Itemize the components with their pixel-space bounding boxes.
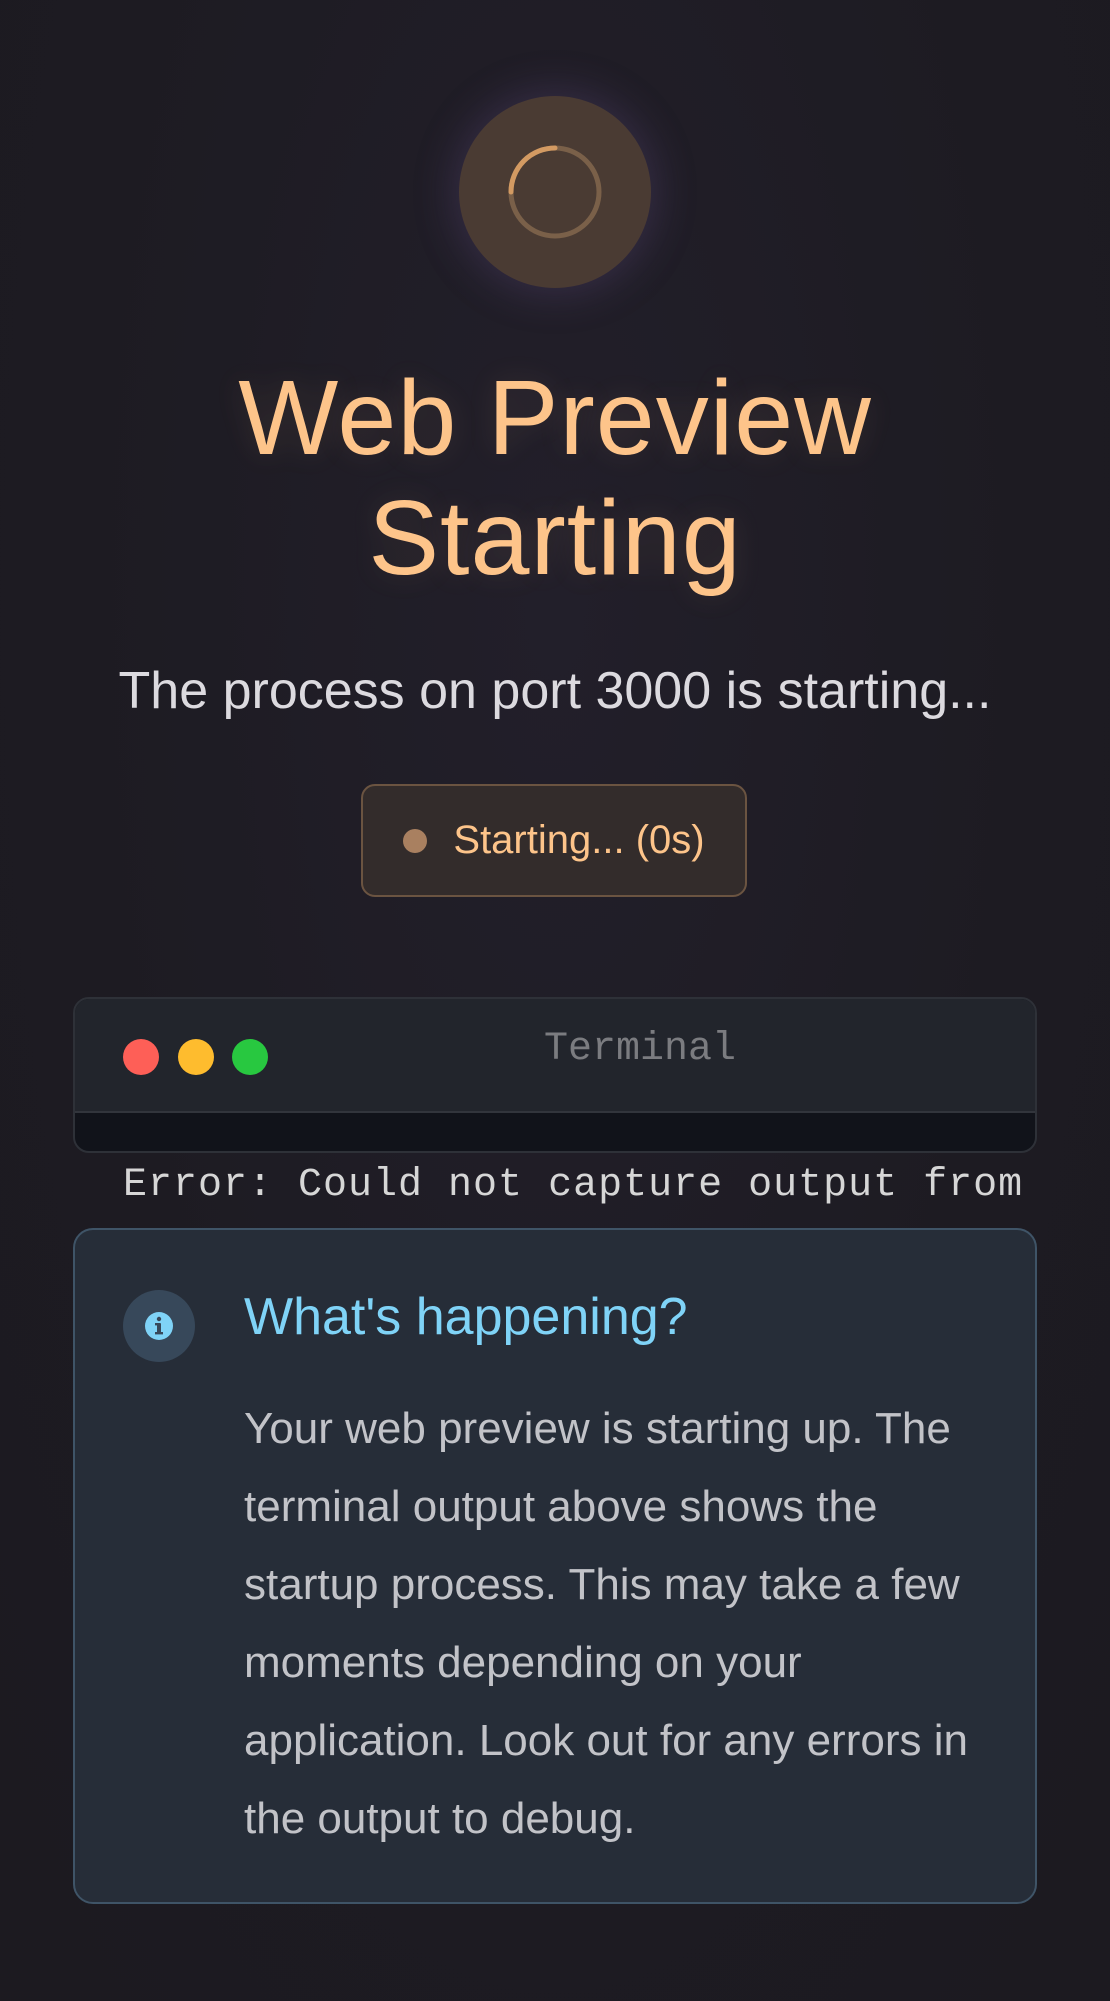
terminal-output-line: Error: Could not capture output from [123, 1163, 1024, 1208]
status-label: Starting... (0s) [453, 818, 705, 862]
preview-starting-page: Web Preview Starting The process on port… [0, 0, 1110, 2001]
page-title-line-2: Starting [368, 479, 742, 597]
info-panel: What's happening? Your web preview is st… [73, 1228, 1037, 1904]
status-badge: Starting... (0s) [361, 784, 747, 897]
terminal-window: Terminal [73, 997, 1037, 1153]
spinner-container [459, 96, 651, 288]
info-body-text: Your web preview is starting up. The ter… [244, 1404, 968, 1843]
info-heading: What's happening? [244, 1288, 688, 1346]
terminal-header: Terminal [75, 999, 1035, 1113]
status-dot-icon [403, 828, 428, 853]
page-title-line-1: Web Preview [238, 359, 872, 477]
info-icon [123, 1290, 195, 1362]
loading-spinner-icon [508, 145, 602, 239]
terminal-title: Terminal [543, 1027, 737, 1072]
page-title: Web Preview Starting [0, 358, 1110, 598]
page-subtitle: The process on port 3000 is starting... [118, 662, 992, 720]
